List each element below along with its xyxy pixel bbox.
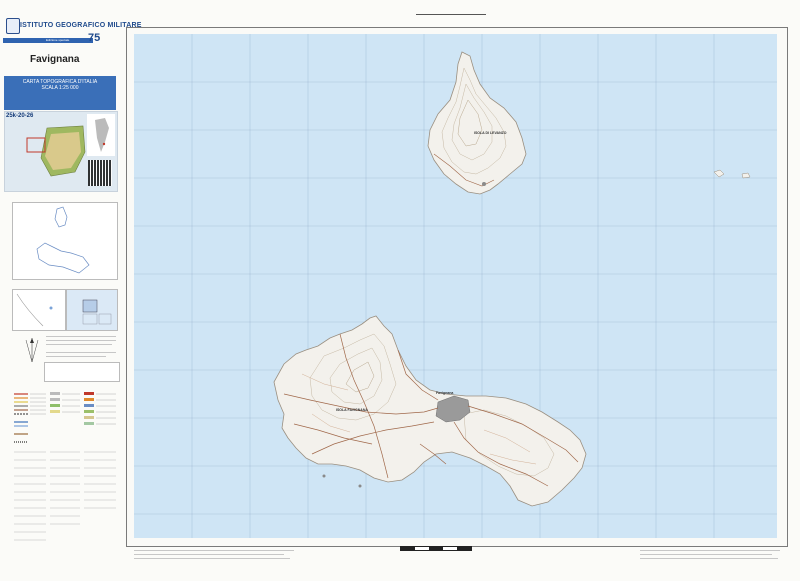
footer-note-line bbox=[134, 550, 294, 551]
favignana-label: ISOLA FAVIGNANA bbox=[336, 408, 368, 412]
index-sketch bbox=[82, 299, 112, 325]
republic-emblem-icon bbox=[6, 18, 20, 34]
note-line bbox=[46, 356, 106, 357]
note-line bbox=[46, 336, 116, 337]
sheet-code: 25k-20-26 bbox=[6, 113, 34, 119]
footer-note-line bbox=[134, 558, 290, 559]
qr-code-icon[interactable] bbox=[88, 160, 112, 186]
note-line bbox=[46, 352, 116, 353]
publisher-name: ISTITUTO GEOGRAFICO MILITARE bbox=[20, 22, 142, 29]
top-scale-ticks bbox=[416, 14, 486, 19]
legend-symbols bbox=[14, 392, 116, 541]
map-sheet: ISTITUTO GEOGRAFICO MILITARE Edizione sp… bbox=[0, 0, 800, 581]
anniversary-logo: 75 bbox=[88, 32, 101, 44]
index-map bbox=[66, 289, 118, 331]
note-line bbox=[46, 344, 112, 345]
sheet-title: Favignana bbox=[30, 54, 80, 65]
footer-note-line bbox=[640, 558, 778, 559]
scale-bar bbox=[400, 546, 472, 551]
map-body[interactable] bbox=[134, 34, 777, 538]
footer-note-line bbox=[640, 554, 772, 555]
north-arrow-icon bbox=[25, 338, 39, 363]
levanzo-label: ISOLA DI LEVANZO bbox=[474, 131, 507, 135]
outline-sketch bbox=[36, 206, 90, 274]
scale-label: SCALA 1:25 000 bbox=[41, 85, 79, 91]
edition-strip-label: Edizione speciale bbox=[46, 38, 70, 42]
note-line bbox=[46, 340, 116, 341]
map-svg bbox=[134, 34, 777, 538]
grid-reference-table bbox=[44, 362, 120, 382]
footer-note-line bbox=[134, 554, 284, 555]
declination-sketch bbox=[16, 293, 53, 327]
outline-thumbnail bbox=[12, 202, 118, 280]
declination-map bbox=[12, 289, 66, 331]
footer-note-line bbox=[640, 550, 780, 551]
series-box: CARTA TOPOGRAFICA D'ITALIA SCALA 1:25 00… bbox=[4, 76, 116, 110]
town-label: Favignana bbox=[436, 391, 454, 395]
